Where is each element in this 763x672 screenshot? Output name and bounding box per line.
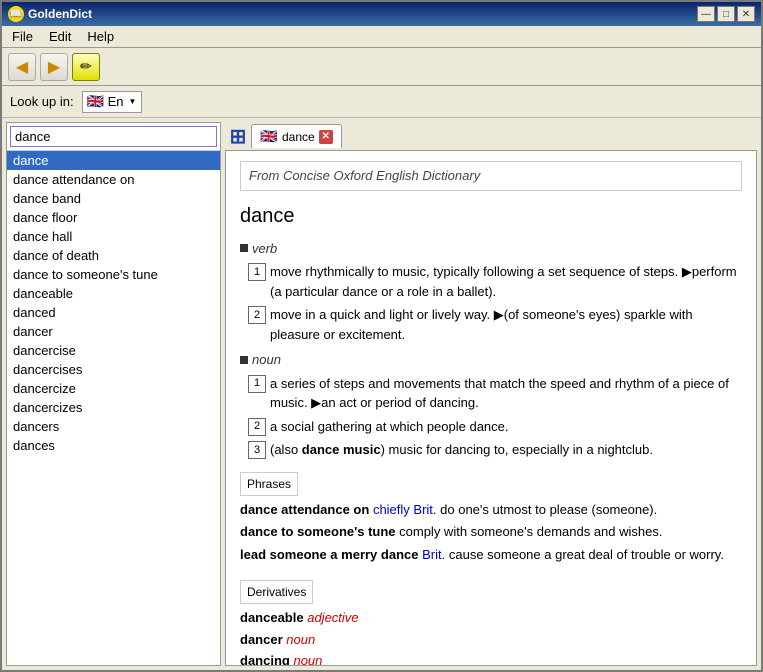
def-text: a social gathering at which people dance… xyxy=(270,417,742,437)
main-content: dance dance attendance on dance band dan… xyxy=(2,118,761,670)
add-tab-button[interactable]: ⊞ xyxy=(227,125,249,147)
close-button[interactable]: ✕ xyxy=(737,6,755,22)
def-text: a series of steps and movements that mat… xyxy=(270,374,742,413)
list-item[interactable]: dances xyxy=(7,436,220,455)
search-container xyxy=(7,123,220,151)
derivatives-header: Derivatives xyxy=(240,580,313,604)
def-item: 1 move rhythmically to music, typically … xyxy=(248,262,742,301)
deriv-item: dancer noun xyxy=(240,630,742,650)
right-panel: ⊞ 🇬🇧 dance ✕ From Concise Oxford English… xyxy=(225,122,757,666)
list-item[interactable]: dancercises xyxy=(7,360,220,379)
list-item[interactable]: dance to someone's tune xyxy=(7,265,220,284)
window-title: GoldenDict xyxy=(28,7,92,21)
maximize-button[interactable]: □ xyxy=(717,6,735,22)
pos-verb-label: verb xyxy=(240,239,742,259)
forward-icon: ▶ xyxy=(48,57,60,77)
lang-code: En xyxy=(108,94,124,109)
dropdown-arrow-icon: ▼ xyxy=(129,97,137,106)
list-item[interactable]: dancercise xyxy=(7,341,220,360)
pos-verb-text: verb xyxy=(252,239,277,259)
list-item[interactable]: dancers xyxy=(7,417,220,436)
back-icon: ◀ xyxy=(16,57,28,77)
def-item: 2 a social gathering at which people dan… xyxy=(248,417,742,437)
add-icon: ⊞ xyxy=(230,124,247,149)
list-item[interactable]: dancercizes xyxy=(7,398,220,417)
deriv-item: danceable adjective xyxy=(240,608,742,628)
pos-square-icon xyxy=(240,356,248,364)
phrases-header: Phrases xyxy=(240,472,298,496)
tab-bar: ⊞ 🇬🇧 dance ✕ xyxy=(225,122,757,150)
dictionary-content: From Concise Oxford English Dictionary d… xyxy=(225,150,757,666)
dictionary-source: From Concise Oxford English Dictionary xyxy=(240,161,742,191)
list-item[interactable]: dance xyxy=(7,151,220,170)
word-list-panel: dance dance attendance on dance band dan… xyxy=(6,122,221,666)
def-number: 1 xyxy=(248,375,266,393)
headword: dance xyxy=(240,201,742,231)
def-text: (also dance music) music for dancing to,… xyxy=(270,440,742,460)
def-item: 2 move in a quick and light or lively wa… xyxy=(248,305,742,344)
def-number: 3 xyxy=(248,441,266,459)
list-item[interactable]: danceable xyxy=(7,284,220,303)
pos-noun-text: noun xyxy=(252,350,281,370)
list-item[interactable]: dance hall xyxy=(7,227,220,246)
edit-icon: ✏ xyxy=(80,58,92,75)
noun-definitions: 1 a series of steps and movements that m… xyxy=(248,374,742,460)
list-item[interactable]: dance floor xyxy=(7,208,220,227)
title-bar: 📖 GoldenDict — □ ✕ xyxy=(2,2,761,26)
tab-dance[interactable]: 🇬🇧 dance ✕ xyxy=(251,124,342,148)
deriv-item: dancing noun xyxy=(240,651,742,666)
def-number: 1 xyxy=(248,263,266,281)
phrase-item: dance attendance on chiefly Brit. do one… xyxy=(240,500,742,520)
list-item[interactable]: dancercize xyxy=(7,379,220,398)
def-number: 2 xyxy=(248,418,266,436)
def-text: move in a quick and light or lively way.… xyxy=(270,305,742,344)
word-list: dance dance attendance on dance band dan… xyxy=(7,151,220,665)
phrase-item: lead someone a merry dance Brit. cause s… xyxy=(240,545,742,565)
phrase-item: dance to someone's tune comply with some… xyxy=(240,522,742,542)
def-text: move rhythmically to music, typically fo… xyxy=(270,262,742,301)
app-icon: 📖 xyxy=(8,6,24,22)
lookup-label: Look up in: xyxy=(10,94,74,109)
pos-noun-label: noun xyxy=(240,350,742,370)
help-menu[interactable]: Help xyxy=(81,27,120,46)
app-window: 📖 GoldenDict — □ ✕ File Edit Help ◀ ▶ ✏ … xyxy=(0,0,763,672)
language-selector[interactable]: 🇬🇧 En ▼ xyxy=(82,91,142,113)
tab-label: dance xyxy=(282,130,315,144)
toolbar: ◀ ▶ ✏ xyxy=(2,48,761,86)
title-buttons: — □ ✕ xyxy=(697,6,755,22)
tab-flag-icon: 🇬🇧 xyxy=(260,131,278,143)
title-bar-left: 📖 GoldenDict xyxy=(8,6,92,22)
edit-menu[interactable]: Edit xyxy=(43,27,77,46)
pos-square-icon xyxy=(240,244,248,252)
edit-button[interactable]: ✏ xyxy=(72,53,100,81)
file-menu[interactable]: File xyxy=(6,27,39,46)
def-number: 2 xyxy=(248,306,266,324)
list-item[interactable]: dance band xyxy=(7,189,220,208)
def-item: 3 (also dance music) music for dancing t… xyxy=(248,440,742,460)
tab-close-button[interactable]: ✕ xyxy=(319,130,333,144)
menu-bar: File Edit Help xyxy=(2,26,761,48)
list-item[interactable]: dance attendance on xyxy=(7,170,220,189)
list-item[interactable]: dance of death xyxy=(7,246,220,265)
back-button[interactable]: ◀ xyxy=(8,53,36,81)
def-item: 1 a series of steps and movements that m… xyxy=(248,374,742,413)
verb-definitions: 1 move rhythmically to music, typically … xyxy=(248,262,742,344)
minimize-button[interactable]: — xyxy=(697,6,715,22)
forward-button[interactable]: ▶ xyxy=(40,53,68,81)
list-item[interactable]: danced xyxy=(7,303,220,322)
lookup-bar: Look up in: 🇬🇧 En ▼ xyxy=(2,86,761,118)
search-input[interactable] xyxy=(10,126,217,147)
list-item[interactable]: dancer xyxy=(7,322,220,341)
lang-flag: 🇬🇧 xyxy=(87,96,105,108)
